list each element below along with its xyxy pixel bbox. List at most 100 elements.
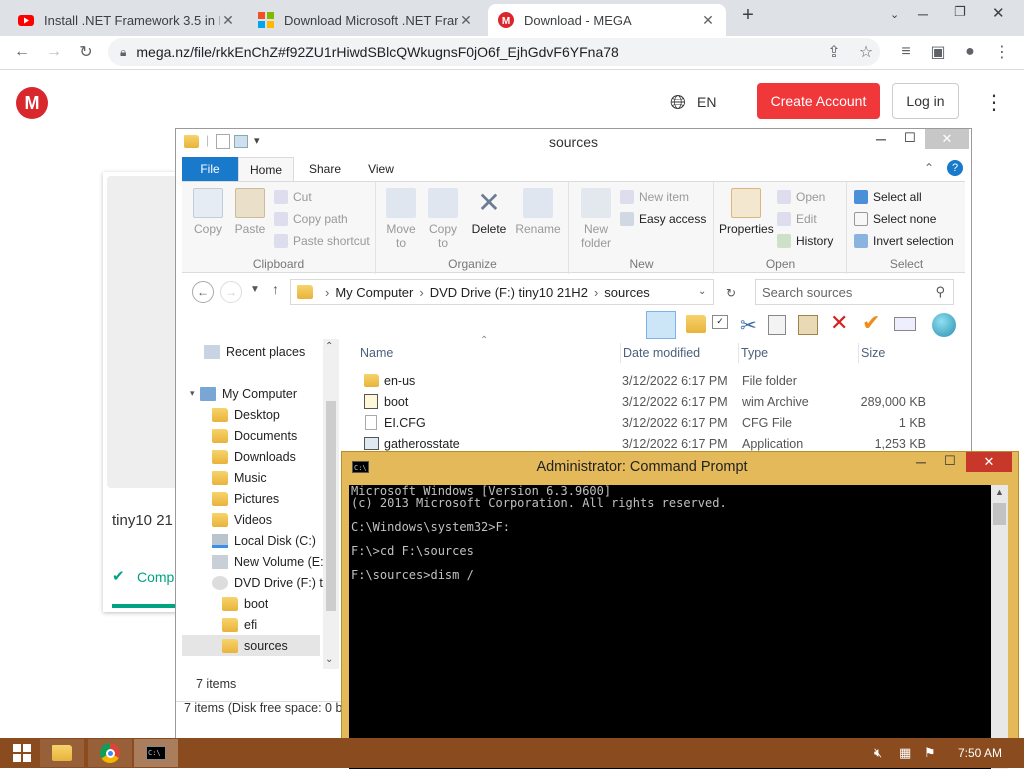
create-account-button[interactable]: Create Account xyxy=(757,83,880,119)
menu-icon[interactable]: ⋮ xyxy=(990,40,1014,64)
copy-button[interactable]: Copy xyxy=(188,188,228,236)
tab-home[interactable]: Home xyxy=(238,157,294,182)
folder-options-icon[interactable] xyxy=(686,315,706,333)
collapse-ribbon-icon[interactable]: ⌃ xyxy=(924,161,934,175)
reload-icon[interactable]: ↻ xyxy=(74,40,98,64)
new-item-button[interactable]: New item xyxy=(620,190,689,204)
scroll-down-icon[interactable]: ⌄ xyxy=(325,654,333,665)
open-button[interactable]: Open xyxy=(777,190,825,204)
breadcrumb-dvd-drive[interactable]: DVD Drive (F:) tiny10 21H2 xyxy=(430,285,588,300)
history-button[interactable]: History xyxy=(777,234,833,248)
copy-path-button[interactable]: Copy path xyxy=(274,212,348,226)
restore-icon[interactable]: ❐ xyxy=(954,4,966,20)
nav-item-local-disk-c[interactable]: Local Disk (C:) xyxy=(212,530,316,551)
checkmark-icon[interactable]: ✔ xyxy=(862,310,880,336)
preview-pane-icon[interactable] xyxy=(646,311,676,339)
nav-item-music[interactable]: Music xyxy=(212,467,267,488)
file-row[interactable]: EI.CFG 3/12/2022 6:17 PM CFG File 1 KB xyxy=(344,413,964,434)
new-tab-button[interactable]: + xyxy=(736,4,760,30)
more-menu-icon[interactable]: ⋮ xyxy=(984,90,1004,115)
paste-button[interactable]: Paste xyxy=(230,188,270,236)
tab-search-icon[interactable]: ⌄ xyxy=(890,8,899,21)
login-button[interactable]: Log in xyxy=(892,83,959,119)
maximize-icon[interactable]: ☐ xyxy=(904,130,916,146)
language-label[interactable]: EN xyxy=(697,94,716,110)
action-center-icon[interactable]: ⚑ xyxy=(924,745,936,761)
reading-list-icon[interactable]: ≡ xyxy=(894,40,918,64)
help-icon[interactable]: ? xyxy=(947,160,963,176)
column-date-modified[interactable]: Date modified xyxy=(620,343,700,363)
cut-button[interactable]: Cut xyxy=(274,190,312,204)
up-icon[interactable]: ↑ xyxy=(272,281,279,297)
invert-selection-button[interactable]: Invert selection xyxy=(854,234,954,248)
copy-to-button[interactable]: Copy to xyxy=(423,188,463,250)
volume-muted-icon[interactable]: 🔇︎ xyxy=(874,745,882,761)
move-to-button[interactable]: Move to xyxy=(381,188,421,250)
globe-icon[interactable] xyxy=(932,313,956,337)
new-folder-button[interactable]: New folder xyxy=(574,188,618,250)
easy-access-button[interactable]: Easy access xyxy=(620,212,706,226)
close-icon[interactable]: ✕ xyxy=(925,129,969,149)
nav-item-boot[interactable]: boot xyxy=(222,593,268,614)
minimize-icon[interactable]: ─ xyxy=(876,131,886,147)
close-window-icon[interactable]: ✕ xyxy=(992,4,1005,22)
console-output[interactable]: Microsoft Windows [Version 6.3.9600] (c)… xyxy=(349,485,991,769)
taskbar-chrome[interactable] xyxy=(88,739,132,767)
column-type[interactable]: Type xyxy=(738,343,768,363)
back-icon[interactable]: ← xyxy=(10,40,34,64)
nav-item-downloads[interactable]: Downloads xyxy=(212,446,296,467)
nav-item-dvd-drive-f[interactable]: DVD Drive (F:) tin xyxy=(212,572,333,593)
nav-item-new-volume-e[interactable]: New Volume (E:) xyxy=(212,551,328,572)
paste-shortcut-button[interactable]: Paste shortcut xyxy=(274,234,370,248)
scroll-up-icon[interactable]: ▲ xyxy=(995,487,1004,497)
address-bar[interactable]: 🔒︎ mega.nz/file/rkkEnChZ#f92ZU1rHiwdSBlc… xyxy=(108,38,880,66)
tab-view[interactable]: View xyxy=(356,157,406,181)
clock[interactable]: 7:50 AM xyxy=(958,746,1002,760)
paste-icon[interactable] xyxy=(798,315,818,335)
address-dropdown-icon[interactable]: ⌄ xyxy=(698,286,706,297)
close-icon[interactable]: ✕ xyxy=(966,452,1012,472)
browser-tab-microsoft[interactable]: Download Microsoft .NET Framew ✕ xyxy=(248,4,484,36)
close-tab-icon[interactable]: ✕ xyxy=(458,12,474,29)
address-breadcrumb[interactable]: › My Computer › DVD Drive (F:) tiny10 21… xyxy=(290,279,714,305)
nav-item-desktop[interactable]: Desktop xyxy=(212,404,280,425)
minimize-icon[interactable]: ─ xyxy=(916,454,926,470)
forward-icon[interactable]: → xyxy=(220,281,242,303)
console-scrollbar[interactable]: ▲ xyxy=(991,485,1008,769)
breadcrumb-my-computer[interactable]: My Computer xyxy=(335,285,413,300)
select-none-button[interactable]: Select none xyxy=(854,212,936,226)
delete-button[interactable]: ✕ Delete xyxy=(467,188,511,237)
nav-item-documents[interactable]: Documents xyxy=(212,425,297,446)
bookmark-star-icon[interactable]: ☆ xyxy=(854,40,878,64)
nav-item-efi[interactable]: efi xyxy=(222,614,257,635)
file-row[interactable]: en-us 3/12/2022 6:17 PM File folder xyxy=(344,371,964,392)
taskbar-command-prompt[interactable]: C:\ xyxy=(134,739,178,767)
column-size[interactable]: Size xyxy=(858,343,938,363)
search-input[interactable]: Search sources ⚲ xyxy=(755,279,954,305)
nav-item-videos[interactable]: Videos xyxy=(212,509,272,530)
edit-button[interactable]: Edit xyxy=(777,212,817,226)
scroll-thumb[interactable] xyxy=(326,401,336,611)
share-icon[interactable]: ⇪ xyxy=(822,40,846,64)
forward-icon[interactable]: → xyxy=(42,40,66,64)
select-all-button[interactable]: Select all xyxy=(854,190,922,204)
close-tab-icon[interactable]: ✕ xyxy=(220,12,236,29)
column-name[interactable]: Name xyxy=(360,343,393,363)
minimize-icon[interactable]: ─ xyxy=(918,6,928,22)
nav-item-pictures[interactable]: Pictures xyxy=(212,488,279,509)
breadcrumb-sources[interactable]: sources xyxy=(604,285,650,300)
scroll-up-icon[interactable]: ⌃ xyxy=(325,341,333,352)
copy-icon[interactable] xyxy=(768,315,786,335)
tab-share[interactable]: Share xyxy=(300,157,350,181)
tab-file[interactable]: File xyxy=(182,157,238,181)
profile-avatar-icon[interactable]: ● xyxy=(958,40,982,64)
start-button[interactable] xyxy=(0,739,44,767)
refresh-icon[interactable]: ↻ xyxy=(719,281,743,305)
rename-button[interactable]: Rename xyxy=(513,188,563,236)
browser-tab-mega[interactable]: M Download - MEGA ✕ xyxy=(488,4,726,36)
nav-item-sources[interactable]: sources xyxy=(182,635,320,656)
close-tab-icon[interactable]: ✕ xyxy=(700,12,716,29)
browser-tab-youtube[interactable]: Install .NET Framework 3.5 in Pow ✕ xyxy=(8,4,246,36)
nav-item-recent-places[interactable]: Recent places xyxy=(204,341,305,362)
globe-icon[interactable]: 🌐︎ xyxy=(670,92,686,115)
